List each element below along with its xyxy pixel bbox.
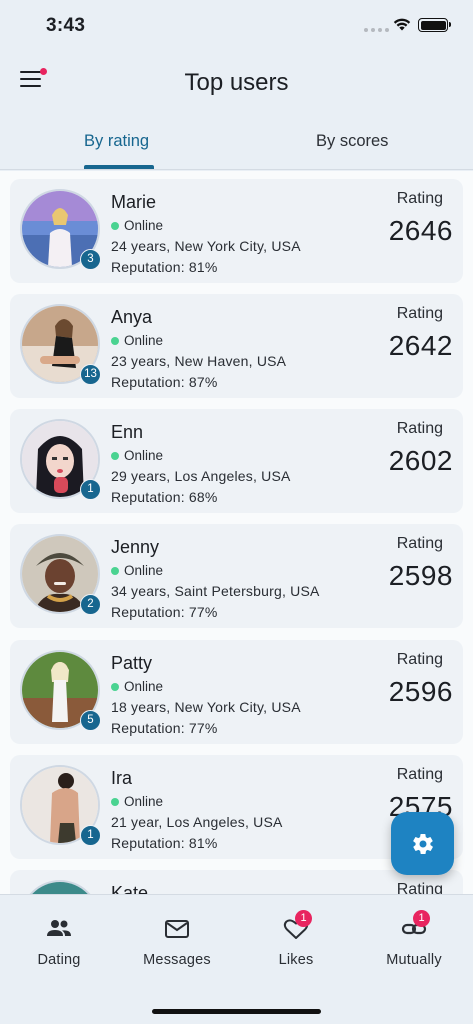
rating-label: Rating <box>396 881 443 894</box>
user-card[interactable]: Kate Rating <box>10 870 463 894</box>
rank-badge: 1 <box>80 825 101 846</box>
tab-by-scores[interactable]: By scores <box>316 132 388 151</box>
rating-value: 2596 <box>388 676 453 707</box>
nav-mutually[interactable]: 1 Mutually <box>355 895 473 985</box>
rating-value: 2602 <box>388 445 453 476</box>
rating-label: Rating <box>396 535 443 552</box>
user-name: Kate <box>111 883 149 894</box>
settings-fab-button[interactable] <box>391 812 454 875</box>
nav-messages[interactable]: Messages <box>118 895 236 985</box>
online-label: Online <box>124 563 164 578</box>
rank-badge: 13 <box>80 364 101 385</box>
rating-label: Rating <box>396 190 443 207</box>
gear-icon <box>412 833 433 854</box>
rating-label: Rating <box>396 651 443 668</box>
tab-bar: By rating By scores <box>0 112 473 170</box>
online-label: Online <box>124 448 164 463</box>
online-label: Online <box>124 333 164 348</box>
nav-label: Mutually <box>386 952 442 968</box>
online-dot-icon <box>111 336 119 345</box>
user-info: 23 years, New Haven, USA <box>111 353 287 369</box>
nav-label: Messages <box>143 952 211 968</box>
cellular-signal-icon <box>364 28 389 32</box>
online-status: Online <box>111 448 163 463</box>
user-card[interactable]: 5 Patty Online 18 years, New York City, … <box>10 640 463 744</box>
user-card[interactable]: 2 Jenny Online 34 years, Saint Petersbur… <box>10 524 463 628</box>
user-reputation: Reputation: 77% <box>111 604 218 620</box>
home-indicator <box>152 1009 321 1014</box>
user-card[interactable]: 1 Enn Online 29 years, Los Angeles, USA … <box>10 409 463 513</box>
user-reputation: Reputation: 81% <box>111 259 218 275</box>
rating-value: 2646 <box>388 215 453 246</box>
user-reputation: Reputation: 77% <box>111 720 218 736</box>
user-info: 29 years, Los Angeles, USA <box>111 468 291 484</box>
online-dot-icon <box>111 451 119 460</box>
user-reputation: Reputation: 87% <box>111 374 218 390</box>
user-name: Jenny <box>111 537 160 557</box>
user-name: Enn <box>111 422 144 442</box>
app-header: Top users <box>0 54 473 112</box>
rating-label: Rating <box>396 305 443 322</box>
people-icon <box>47 920 71 936</box>
online-label: Online <box>124 218 164 233</box>
user-info: 18 years, New York City, USA <box>111 699 301 715</box>
rank-badge: 2 <box>80 594 101 615</box>
rating-label: Rating <box>396 766 443 783</box>
status-bar: 3:43 <box>0 0 473 54</box>
user-reputation: Reputation: 81% <box>111 835 218 851</box>
rating-value: 2642 <box>388 330 453 361</box>
user-list[interactable]: 3 Marie Online 24 years, New York City, … <box>0 171 473 894</box>
rank-badge: 5 <box>80 710 101 731</box>
status-time: 3:43 <box>46 15 86 36</box>
online-dot-icon <box>111 682 119 691</box>
user-info: 34 years, Saint Petersburg, USA <box>111 583 320 599</box>
user-name: Anya <box>111 307 153 327</box>
user-name: Ira <box>111 768 133 788</box>
likes-badge: 1 <box>295 910 312 927</box>
battery-icon <box>418 18 451 32</box>
online-label: Online <box>124 794 164 809</box>
avatar <box>20 880 100 894</box>
tab-by-rating[interactable]: By rating <box>84 132 149 151</box>
online-dot-icon <box>111 566 119 575</box>
nav-likes[interactable]: 1 Likes <box>237 895 355 985</box>
bottom-navigation: Dating Messages 1 Likes 1 Mutually <box>0 894 473 1024</box>
user-info: 21 year, Los Angeles, USA <box>111 814 283 830</box>
online-status: Online <box>111 563 163 578</box>
online-status: Online <box>111 218 163 233</box>
rating-label: Rating <box>396 420 443 437</box>
user-card[interactable]: 3 Marie Online 24 years, New York City, … <box>10 179 463 283</box>
nav-label: Likes <box>278 952 314 968</box>
page-title: Top users <box>184 69 289 96</box>
active-tab-indicator <box>84 165 154 169</box>
user-name: Marie <box>111 192 157 212</box>
online-status: Online <box>111 679 163 694</box>
rank-badge: 3 <box>80 249 101 270</box>
user-info: 24 years, New York City, USA <box>111 238 301 254</box>
online-status: Online <box>111 794 163 809</box>
online-dot-icon <box>111 797 119 806</box>
user-reputation: Reputation: 68% <box>111 489 218 505</box>
online-status: Online <box>111 333 163 348</box>
online-dot-icon <box>111 221 119 230</box>
rating-value: 2598 <box>388 560 453 591</box>
envelope-icon <box>165 920 189 938</box>
rank-badge: 1 <box>80 479 101 500</box>
nav-label: Dating <box>37 952 81 968</box>
online-label: Online <box>124 679 164 694</box>
nav-dating[interactable]: Dating <box>0 895 118 985</box>
user-card[interactable]: 13 Anya Online 23 years, New Haven, USA … <box>10 294 463 398</box>
mutually-badge: 1 <box>413 910 430 927</box>
wifi-icon <box>393 18 411 31</box>
user-name: Patty <box>111 653 153 673</box>
